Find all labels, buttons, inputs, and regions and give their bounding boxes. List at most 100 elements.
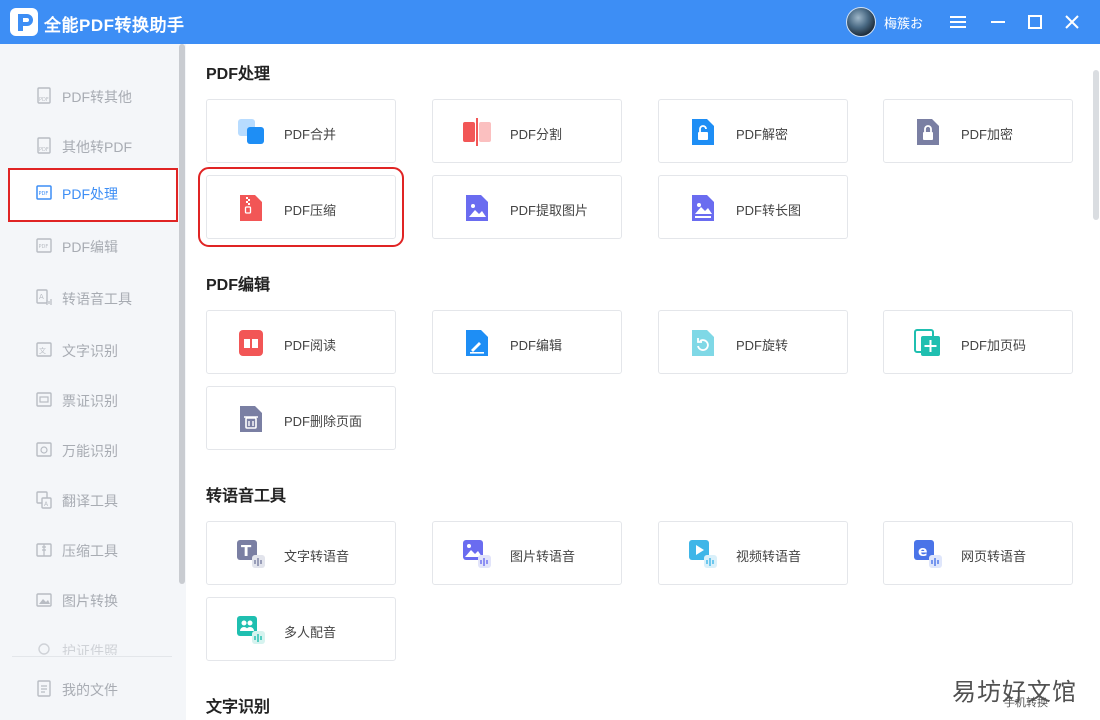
pdf-read-button[interactable]: PDF阅读	[206, 310, 396, 374]
sidebar-item-image-convert[interactable]: 图片转换	[8, 575, 178, 625]
pdf-encrypt-button[interactable]: PDF加密	[883, 99, 1073, 163]
close-icon[interactable]	[1058, 8, 1086, 36]
sidebar-item-label: 翻译工具	[62, 493, 118, 509]
webpage-to-speech-button[interactable]: e 网页转语音	[883, 521, 1073, 585]
pdf-delete-pages-button[interactable]: PDF删除页面	[206, 386, 396, 450]
sidebar-item-label: 护证件照	[62, 643, 118, 655]
sidebar-item-translate[interactable]: A 翻译工具	[8, 475, 178, 525]
card-label: PDF加页码	[961, 338, 1027, 353]
card-label: PDF压缩	[284, 203, 337, 218]
sidebar-item-label: 图片转换	[62, 593, 118, 609]
maximize-icon[interactable]	[1021, 8, 1049, 36]
sidebar-item-label: 其他转PDF	[62, 139, 132, 155]
sidebar-item-label: 压缩工具	[62, 543, 118, 559]
card-label: PDF阅读	[284, 338, 337, 353]
main-content: PDF处理 PDF合并 PDF分割 PDF解密 PDF加密 PDF压缩 PDF提…	[186, 44, 1092, 720]
sidebar-item-other-to-pdf[interactable]: PDF 其他转PDF	[8, 121, 178, 171]
card-label: 多人配音	[284, 625, 337, 640]
card-label: PDF加密	[961, 127, 1014, 142]
card-label: PDF提取图片	[510, 203, 589, 218]
card-label: PDF转长图	[736, 203, 802, 218]
card-label: PDF旋转	[736, 338, 789, 353]
card-label: PDF解密	[736, 127, 789, 142]
sidebar-item-universal[interactable]: 万能识别	[8, 425, 178, 475]
multi-voice-dubbing-button[interactable]: 多人配音	[206, 597, 396, 661]
sidebar-item-label: 万能识别	[62, 443, 118, 459]
compress-icon	[36, 543, 52, 557]
translate-icon: A	[36, 491, 52, 509]
title-bar: 全能PDF转换助手 梅簇お	[0, 0, 1100, 44]
read-icon	[239, 330, 263, 356]
section-title-voice-tools: 转语音工具	[206, 488, 287, 505]
unlock-icon	[692, 119, 714, 145]
sidebar-item-label: 文字识别	[62, 343, 118, 359]
watermark-sub: 手机转换	[1004, 697, 1048, 709]
image-to-speech-button[interactable]: 图片转语音	[432, 521, 622, 585]
sidebar-item-voice-tools[interactable]: A 转语音工具	[8, 273, 178, 323]
rotate-icon	[692, 330, 714, 356]
sidebar-item-pdf-to-other[interactable]: PDF PDF转其他	[8, 71, 178, 121]
minimize-icon[interactable]	[984, 8, 1012, 36]
svg-text:PDF: PDF	[39, 191, 49, 197]
menu-icon[interactable]	[944, 8, 972, 36]
ocr-icon: 文	[36, 342, 52, 357]
username[interactable]: 梅簇お	[884, 13, 923, 32]
section-title-ocr: 文字识别	[206, 699, 271, 716]
svg-text:T: T	[241, 542, 252, 560]
sidebar-item-pdf-process[interactable]: PDF PDF处理	[8, 168, 178, 222]
sidebar-item-my-files[interactable]: 我的文件	[8, 664, 178, 714]
card-label: PDF删除页面	[284, 414, 363, 429]
sidebar-item-id-photo[interactable]: 护证件照	[8, 625, 178, 655]
text-to-speech-button[interactable]: T 文字转语音	[206, 521, 396, 585]
pdf-merge-button[interactable]: PDF合并	[206, 99, 396, 163]
card-label: 视频转语音	[736, 549, 802, 564]
image-speech-icon	[463, 540, 491, 568]
avatar[interactable]	[846, 7, 876, 37]
text-speech-icon: T	[237, 540, 265, 568]
pdf-add-page-number-button[interactable]: PDF加页码	[883, 310, 1073, 374]
scan-icon	[36, 442, 52, 457]
sidebar-divider	[12, 656, 172, 657]
pdf-to-long-image-button[interactable]: PDF转长图	[658, 175, 848, 239]
pdf-doc-icon: PDF	[37, 87, 51, 104]
pdf-edit-icon: PDF	[36, 238, 52, 253]
pdf-edit-button[interactable]: PDF编辑	[432, 310, 622, 374]
card-label: 文字转语音	[284, 549, 350, 564]
split-icon	[463, 118, 491, 146]
sidebar-scrollbar[interactable]	[179, 44, 185, 584]
sidebar-item-ticket[interactable]: 票证识别	[8, 375, 178, 425]
card-label: PDF编辑	[510, 338, 563, 353]
edit-icon	[466, 330, 488, 356]
svg-text:e: e	[918, 544, 928, 560]
section-title-pdf-process: PDF处理	[206, 66, 271, 83]
card-label: 网页转语音	[961, 549, 1027, 564]
sidebar-item-compress[interactable]: 压缩工具	[8, 525, 178, 575]
sidebar-item-label: 票证识别	[62, 393, 118, 409]
pdf-split-button[interactable]: PDF分割	[432, 99, 622, 163]
file-icon	[37, 680, 51, 697]
zip-icon	[240, 195, 262, 221]
page-number-icon	[914, 329, 940, 356]
card-label: PDF合并	[284, 127, 337, 142]
sidebar-item-pdf-edit[interactable]: PDF PDF编辑	[8, 221, 178, 271]
pdf-decrypt-button[interactable]: PDF解密	[658, 99, 848, 163]
pdf-doc-icon: PDF	[37, 137, 51, 154]
pdf-extract-images-button[interactable]: PDF提取图片	[432, 175, 622, 239]
main-scrollbar[interactable]	[1093, 70, 1099, 220]
video-to-speech-button[interactable]: 视频转语音	[658, 521, 848, 585]
pdf-compress-button[interactable]: PDF压缩	[198, 167, 404, 247]
card-label: 图片转语音	[510, 549, 576, 564]
svg-text:PDF: PDF	[39, 97, 49, 103]
lock-icon	[917, 119, 939, 145]
image-file-icon	[466, 195, 488, 221]
sidebar-item-label: 我的文件	[62, 682, 118, 698]
voice-icon: A	[36, 289, 52, 305]
card-label: PDF分割	[510, 127, 563, 142]
pdf-rotate-button[interactable]: PDF旋转	[658, 310, 848, 374]
id-photo-icon	[38, 643, 50, 655]
sidebar-item-ocr[interactable]: 文 文字识别	[8, 325, 178, 375]
app-title: 全能PDF转换助手	[44, 16, 185, 35]
web-speech-icon: e	[914, 540, 942, 568]
merge-icon	[238, 119, 264, 144]
multi-voice-icon	[237, 616, 265, 644]
